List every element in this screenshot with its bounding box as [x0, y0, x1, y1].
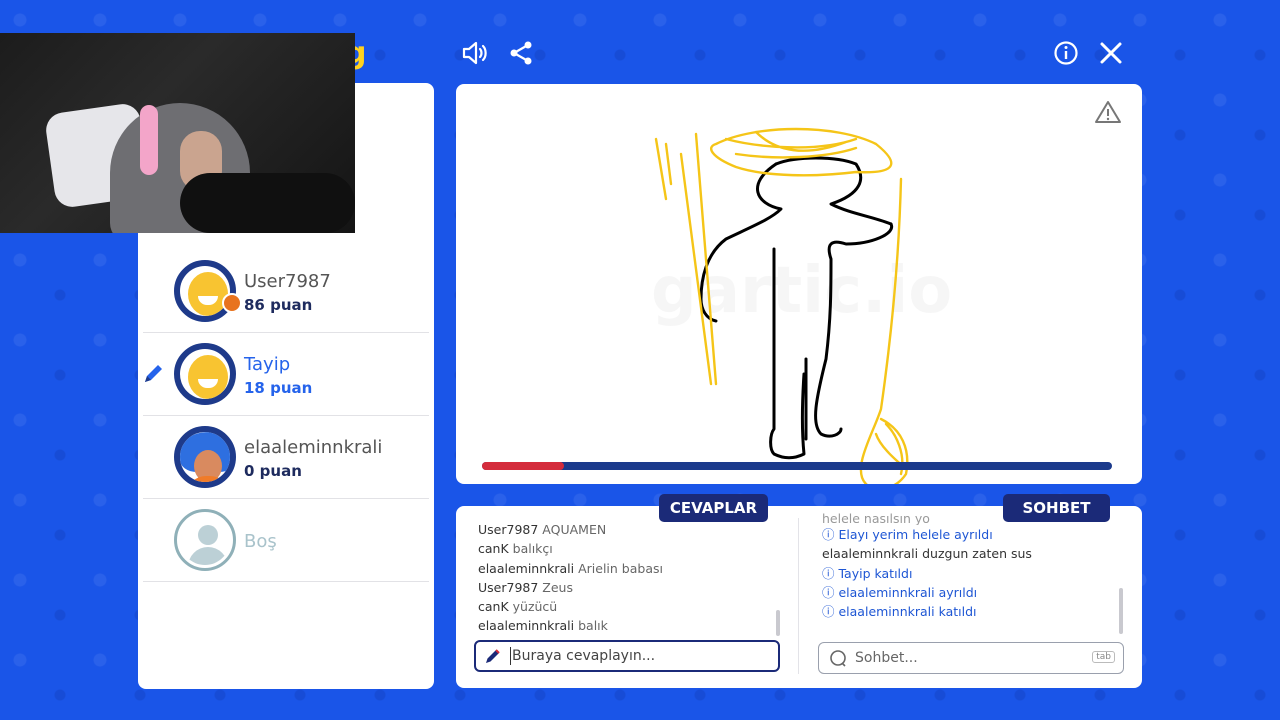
answers-list: User7987 AQUAMEN canK balıkçı elaaleminnkr…: [478, 520, 778, 638]
player-user7987: User7987 86 puan: [143, 249, 429, 333]
answer-text: yüzücü: [508, 599, 558, 615]
player-points: 0 puan: [244, 462, 302, 480]
avatar-placeholder-icon: [174, 509, 236, 571]
chat-text: duzgun zaten sus: [918, 546, 1032, 562]
answer-text: balıkçı: [508, 541, 553, 557]
chat-list: helele nasılsın yo ⓘ Elayı yerim helele …: [822, 512, 1112, 638]
answer-row: canK yüzücü: [478, 597, 778, 616]
chat-scrollbar[interactable]: [1119, 588, 1123, 634]
chat-text: ayrıldı: [934, 584, 978, 600]
chat-bubble-icon: [829, 649, 847, 667]
avatar: [174, 426, 236, 488]
chat-user: elaaleminnkrali: [838, 604, 935, 620]
player-name: Tayip: [244, 354, 291, 375]
info-icon[interactable]: [1051, 38, 1081, 68]
answer-input[interactable]: Buraya cevaplayın...: [474, 640, 780, 672]
player-tayip: Tayip 18 puan: [143, 332, 429, 416]
round-timer-fill: [482, 462, 564, 470]
chat-message-row: elaaleminnkrali duzgun zaten sus: [822, 544, 1112, 563]
close-icon[interactable]: [1096, 38, 1126, 68]
drawing-canvas[interactable]: gartic.io: [456, 84, 1142, 484]
info-icon: ⓘ: [822, 527, 839, 542]
answer-user: elaaleminnkrali: [478, 560, 575, 576]
answer-user: canK: [478, 599, 509, 615]
chat-system-row: ⓘ Tayip katıldı: [822, 564, 1112, 583]
player-points: 86 puan: [244, 296, 313, 314]
chat-text: katıldı: [934, 604, 977, 620]
speaker-icon[interactable]: [460, 38, 490, 68]
chat-user: Elayı yerim helele: [838, 527, 951, 542]
player-name: elaaleminnkrali: [244, 437, 383, 458]
chat-user: elaaleminnkrali: [822, 546, 919, 562]
answer-text: Zeus: [538, 579, 573, 595]
chat-system-row: ⓘ Elayı yerim helele ayrıldı: [822, 525, 1112, 544]
chat-user: Tayip: [838, 565, 871, 581]
tab-key-hint: tab: [1092, 651, 1115, 663]
answer-text: Arielin babası: [574, 560, 663, 576]
chat-system-row: ⓘ elaaleminnkrali katıldı: [822, 602, 1112, 621]
info-icon: ⓘ: [822, 584, 839, 600]
answer-text: AQUAMEN: [538, 522, 607, 537]
answer-row: User7987 Zeus: [478, 578, 778, 597]
player-slot-empty: Boş: [143, 498, 429, 582]
player-name: Boş: [244, 531, 277, 552]
avatar: [174, 260, 236, 322]
share-icon[interactable]: [506, 38, 536, 68]
answer-row: elaaleminnkrali Arielin babası: [478, 559, 778, 578]
chat-input[interactable]: Sohbet... tab: [818, 642, 1124, 674]
divider: [798, 518, 799, 674]
pencil-icon: [484, 647, 502, 665]
status-dot: [222, 293, 242, 313]
chat-system-row: ⓘ elaaleminnkrali ayrıldı: [822, 583, 1112, 602]
chat-text: katıldı: [870, 565, 913, 581]
player-name: User7987: [244, 271, 331, 292]
chat-placeholder: Sohbet...: [855, 650, 918, 666]
tab-answers[interactable]: CEVAPLAR: [659, 494, 768, 522]
player-elaaleminnkrali: elaaleminnkrali 0 puan: [143, 415, 429, 499]
tab-chat[interactable]: SOHBET: [1003, 494, 1110, 522]
answer-row: canK balıkçı: [478, 539, 778, 558]
answer-row: elaaleminnkrali balık: [478, 616, 778, 635]
answer-user: User7987: [478, 579, 539, 595]
sketch: [654, 127, 909, 484]
answer-text: balık: [574, 618, 608, 634]
chat-lines: ⓘ Elayı yerim helele ayrıldı elaaleminnkr…: [822, 525, 1112, 621]
answer-placeholder: Buraya cevaplayın...: [512, 648, 656, 664]
answer-user: elaaleminnkrali: [478, 618, 575, 634]
info-icon: ⓘ: [822, 604, 839, 620]
player-points: 18 puan: [244, 379, 313, 397]
answer-user: canK: [478, 541, 509, 557]
answer-row: User7987 AQUAMEN: [478, 520, 778, 539]
info-icon: ⓘ: [822, 565, 839, 581]
round-timer-bar: [482, 462, 1112, 470]
answers-scrollbar[interactable]: [776, 610, 780, 636]
bottom-panel: User7987 AQUAMEN canK balıkçı elaaleminnkr…: [456, 506, 1142, 688]
chat-user: elaaleminnkrali: [838, 584, 935, 600]
pencil-icon: [141, 362, 167, 386]
chat-text: ayrıldı: [950, 527, 993, 542]
avatar: [174, 343, 236, 405]
webcam-overlay: [0, 33, 355, 233]
answer-user: User7987: [478, 522, 539, 537]
